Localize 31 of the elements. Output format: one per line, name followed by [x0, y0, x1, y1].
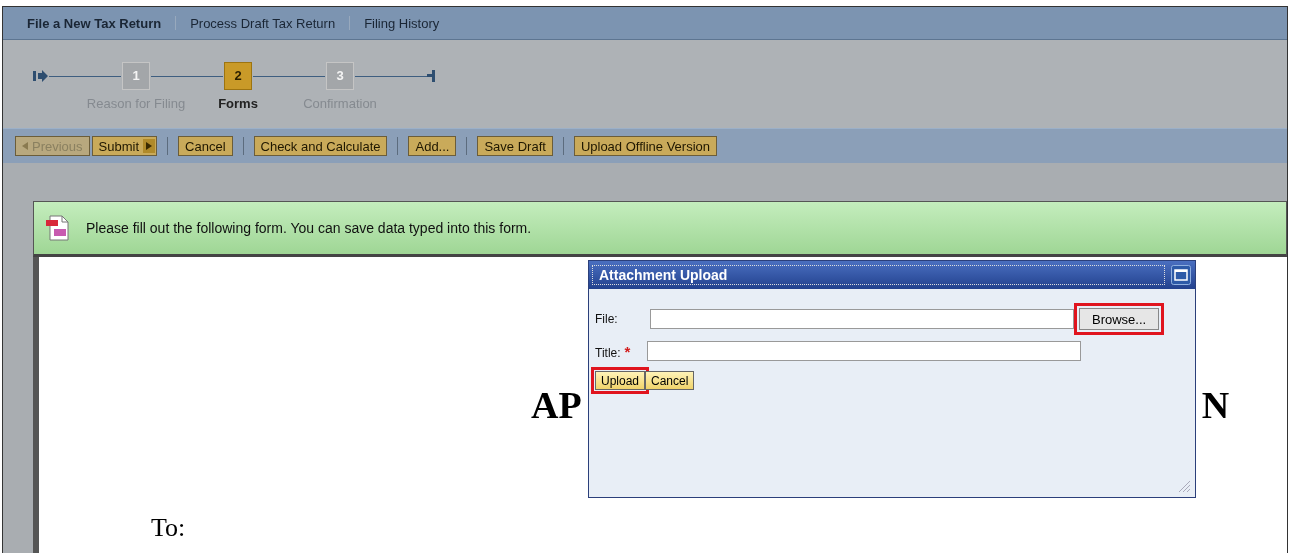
browse-button[interactable]: Browse... — [1079, 308, 1160, 330]
document-heading: AP — [531, 383, 582, 427]
toolbar-button[interactable]: Save Draft — [477, 136, 553, 156]
resize-grip-icon[interactable] — [1177, 479, 1191, 493]
step-label: Forms — [218, 95, 258, 111]
start-marker-icon — [33, 68, 49, 83]
toolbar-button[interactable]: Upload Offline Version — [573, 136, 717, 156]
field-label: Title: — [595, 345, 621, 360]
nav-tab[interactable]: File a New Tax Return — [27, 15, 162, 31]
nav-tab[interactable]: Process Draft Tax Return — [190, 15, 336, 31]
input-field[interactable] — [650, 309, 1074, 329]
document-heading: N — [1201, 383, 1230, 427]
left-arrow-icon — [22, 142, 28, 150]
dialog-button[interactable]: Upload — [595, 371, 646, 390]
nav-tab[interactable]: Filing History — [364, 15, 440, 31]
to-label: To: — [151, 513, 187, 543]
field-label: File: — [595, 312, 618, 326]
dialog-title: Attachment Upload — [592, 265, 1165, 285]
end-marker-icon — [427, 68, 435, 83]
toolbar-button[interactable]: Submit — [91, 136, 158, 156]
form-document-icon — [44, 214, 72, 242]
maximize-icon[interactable] — [1171, 265, 1191, 285]
required-mark: * — [624, 342, 631, 360]
dialog-button[interactable]: Cancel — [645, 371, 695, 390]
toolbar-button[interactable]: Add... — [408, 136, 457, 156]
toolbar-button[interactable]: Cancel — [178, 136, 233, 156]
right-arrow-icon — [143, 139, 156, 153]
toolbar-button[interactable]: Check and Calculate — [253, 136, 388, 156]
banner-message: Please fill out the following form. You can save data typed into this form. — [86, 220, 532, 236]
step-number[interactable]: 2 — [224, 61, 252, 90]
input-field[interactable] — [647, 341, 1081, 361]
